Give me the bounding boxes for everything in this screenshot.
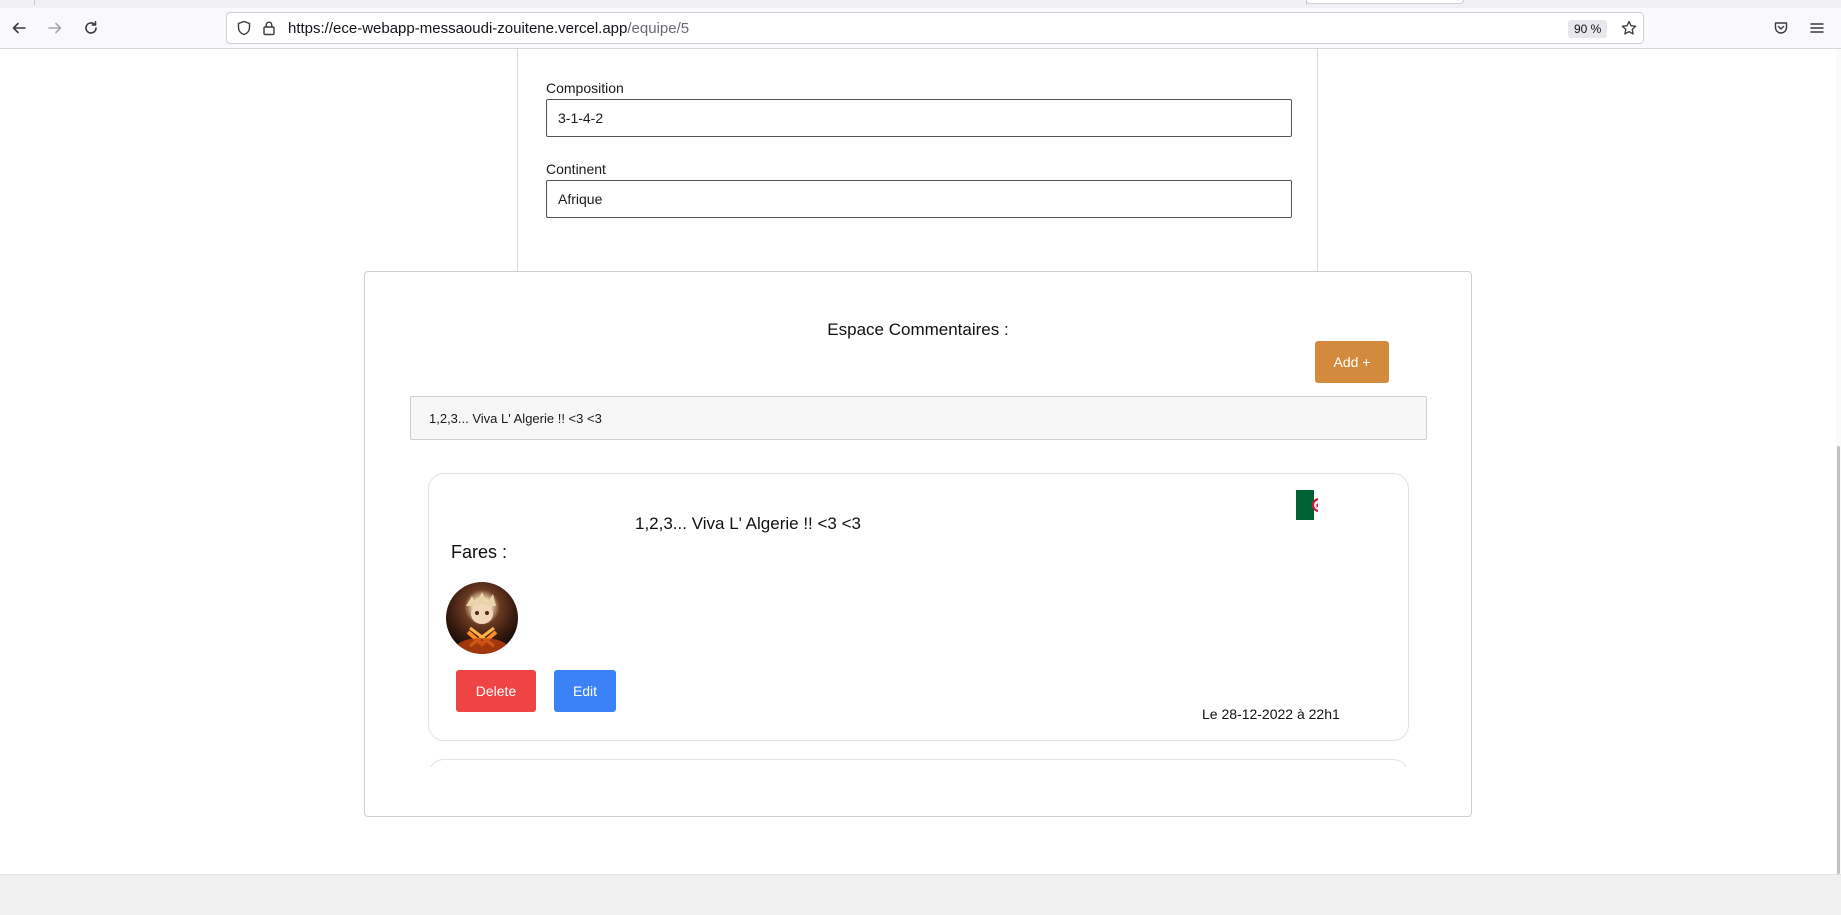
url-path: /equipe/5 <box>627 20 690 37</box>
active-tab[interactable] <box>1306 0 1464 4</box>
tab-divider <box>34 0 35 5</box>
back-arrow-icon <box>12 22 26 34</box>
comments-title: Espace Commentaires : <box>827 320 1009 339</box>
browser-toolbar: https://ece-webapp-messaoudi-zouitene.ve… <box>0 8 1841 49</box>
composition-input[interactable] <box>546 99 1292 137</box>
algeria-flag-icon <box>1296 490 1318 520</box>
reload-button[interactable] <box>76 13 106 43</box>
team-form-card: Composition Continent <box>517 49 1318 285</box>
pocket-button[interactable] <box>1766 13 1796 43</box>
composition-label: Composition <box>546 80 624 96</box>
delete-button[interactable]: Delete <box>456 670 536 712</box>
url-bar[interactable]: https://ece-webapp-messaoudi-zouitene.ve… <box>226 12 1644 44</box>
shield-icon[interactable] <box>236 20 252 36</box>
edit-button[interactable]: Edit <box>554 670 616 712</box>
comments-panel: Espace Commentaires : Add + 1,2,3... Viv… <box>364 271 1472 817</box>
url-text[interactable]: https://ece-webapp-messaoudi-zouitene.ve… <box>288 20 689 37</box>
comment-author: Fares : <box>451 542 508 562</box>
app-menu-button[interactable] <box>1802 13 1832 43</box>
zoom-level-badge[interactable]: 90 % <box>1568 20 1608 38</box>
comment-card: 1,2,3... Viva L' Algerie !! <3 <3 Fares … <box>428 473 1409 741</box>
bookmark-star-icon[interactable] <box>1621 20 1637 36</box>
comment-card <box>428 759 1409 767</box>
page-scrollbar-thumb[interactable] <box>1837 446 1840 874</box>
reload-icon <box>85 21 97 34</box>
add-comment-button[interactable]: Add + <box>1315 341 1389 383</box>
hamburger-menu-icon <box>1810 23 1824 33</box>
continent-input[interactable] <box>546 180 1292 218</box>
footer-bar <box>0 874 1841 915</box>
comment-text: 1,2,3... Viva L' Algerie !! <3 <3 <box>635 514 861 533</box>
comment-date: Le 28-12-2022 à 22h1 <box>1202 706 1340 722</box>
url-host: https://ece-webapp-messaoudi-zouitene.ve… <box>288 20 628 37</box>
back-button[interactable] <box>4 13 34 43</box>
comment-list[interactable]: 1,2,3... Viva L' Algerie !! <3 <3 Fares … <box>410 458 1435 767</box>
avatar <box>446 582 518 654</box>
forward-button[interactable] <box>40 13 70 43</box>
forward-arrow-icon <box>48 22 62 34</box>
pocket-icon <box>1774 22 1788 34</box>
page-scrollbar-track[interactable] <box>1836 49 1841 874</box>
avatar-illustration <box>456 592 508 654</box>
new-comment-input[interactable] <box>410 396 1427 440</box>
page-content: Composition Continent Espace Commentaire… <box>0 49 1841 874</box>
lock-icon[interactable] <box>261 20 277 36</box>
continent-label: Continent <box>546 161 606 177</box>
